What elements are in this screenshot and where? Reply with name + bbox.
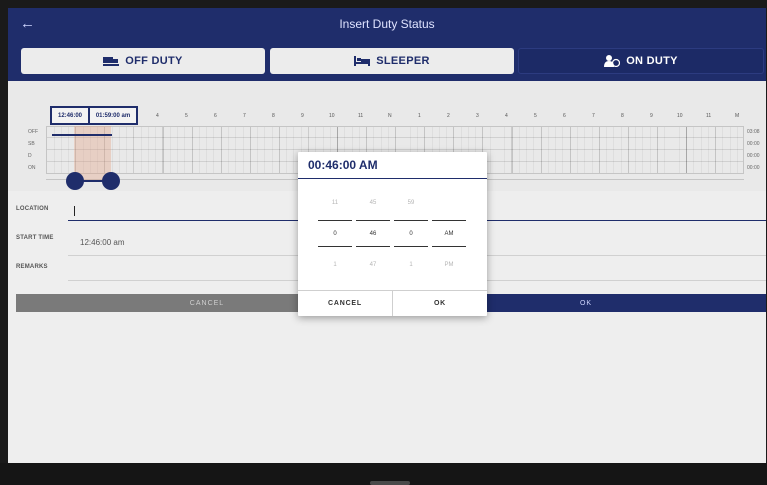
ampm-next[interactable]: PM [432,262,466,268]
remarks-label: REMARKS [16,264,48,270]
ampm-line-top [432,220,466,221]
off-duty-label: OFF DUTY [125,55,183,67]
off-duty-line [52,134,112,136]
location-field[interactable] [74,206,75,216]
status-selector: OFF DUTY SLEEPER ON DUTY [8,41,766,81]
hour-label: 6 [563,113,566,119]
hour-label: N [388,113,392,119]
hour-label: 7 [592,113,595,119]
second-current[interactable]: 0 [394,231,428,237]
sleeper-button[interactable]: SLEEPER [270,48,514,74]
row-label-sb: SB [28,141,35,147]
hour-label: 6 [214,113,217,119]
minute-current[interactable]: 46 [356,231,390,237]
hour-label: 10 [677,113,683,119]
row-total-off: 03:08 [747,129,760,135]
row-label-on: ON [28,165,36,171]
person-clock-icon [604,55,621,67]
app-bar: ← Insert Duty Status [8,8,766,41]
hour-label: 5 [185,113,188,119]
ampm-current[interactable]: AM [432,231,466,237]
hour-current[interactable]: 0 [318,231,352,237]
minute-prev[interactable]: 45 [356,200,390,206]
dialog-ok-button[interactable]: OK [393,291,487,316]
end-time-tag: 01:59:00 am [88,106,138,125]
hour-label: 10 [329,113,335,119]
hour-label: 4 [156,113,159,119]
hour-label: 7 [243,113,246,119]
home-indicator[interactable] [370,481,410,485]
dialog-title: 00:46:00 AM [308,158,378,172]
hour-label: 8 [272,113,275,119]
minute-line-bottom [356,246,390,247]
ampm-line-bottom [432,246,466,247]
on-duty-button[interactable]: ON DUTY [518,48,764,74]
hour-next[interactable]: 1 [318,262,352,268]
hour-line-top [318,220,352,221]
row-label-off: OFF [28,129,38,135]
start-time-tag: 12:46:00 [50,106,90,125]
sleeper-label: SLEEPER [376,55,430,67]
off-duty-button[interactable]: OFF DUTY [21,48,265,74]
row-total-d: 00:00 [747,153,760,159]
hour-label: 4 [505,113,508,119]
hour-label: 11 [706,113,712,119]
dialog-cancel-button[interactable]: CANCEL [298,291,392,316]
range-end-handle[interactable] [102,172,120,190]
hour-label: 3 [476,113,479,119]
hour-label: 5 [534,113,537,119]
hour-label: 1 [418,113,421,119]
row-total-sb: 00:00 [747,141,760,147]
time-picker-dialog: 00:46:00 AM 11 0 1 45 46 47 59 0 1 AM PM… [298,152,487,316]
hour-label: M [735,113,740,119]
bed-icon [354,56,371,66]
on-duty-label: ON DUTY [626,55,678,67]
second-prev[interactable]: 59 [394,200,428,206]
minute-next[interactable]: 47 [356,262,390,268]
minute-line-top [356,220,390,221]
hour-label: 9 [301,113,304,119]
hour-line-bottom [318,246,352,247]
second-line-top [394,220,428,221]
hour-prev[interactable]: 11 [318,200,352,206]
range-start-handle[interactable] [66,172,84,190]
hour-label: 8 [621,113,624,119]
page-title: Insert Duty Status [339,17,435,31]
second-next[interactable]: 1 [394,262,428,268]
hour-label: 2 [447,113,450,119]
second-line-bottom [394,246,428,247]
start-time-field[interactable]: 12:46:00 am [80,238,124,247]
row-label-d: D [28,153,32,159]
location-label: LOCATION [16,206,49,212]
row-total-on: 00:00 [747,165,760,171]
start-time-label: START TIME [16,235,54,241]
hour-label: 11 [358,113,364,119]
hour-label: 9 [650,113,653,119]
truck-icon [103,57,120,66]
dialog-title-divider [298,178,487,179]
